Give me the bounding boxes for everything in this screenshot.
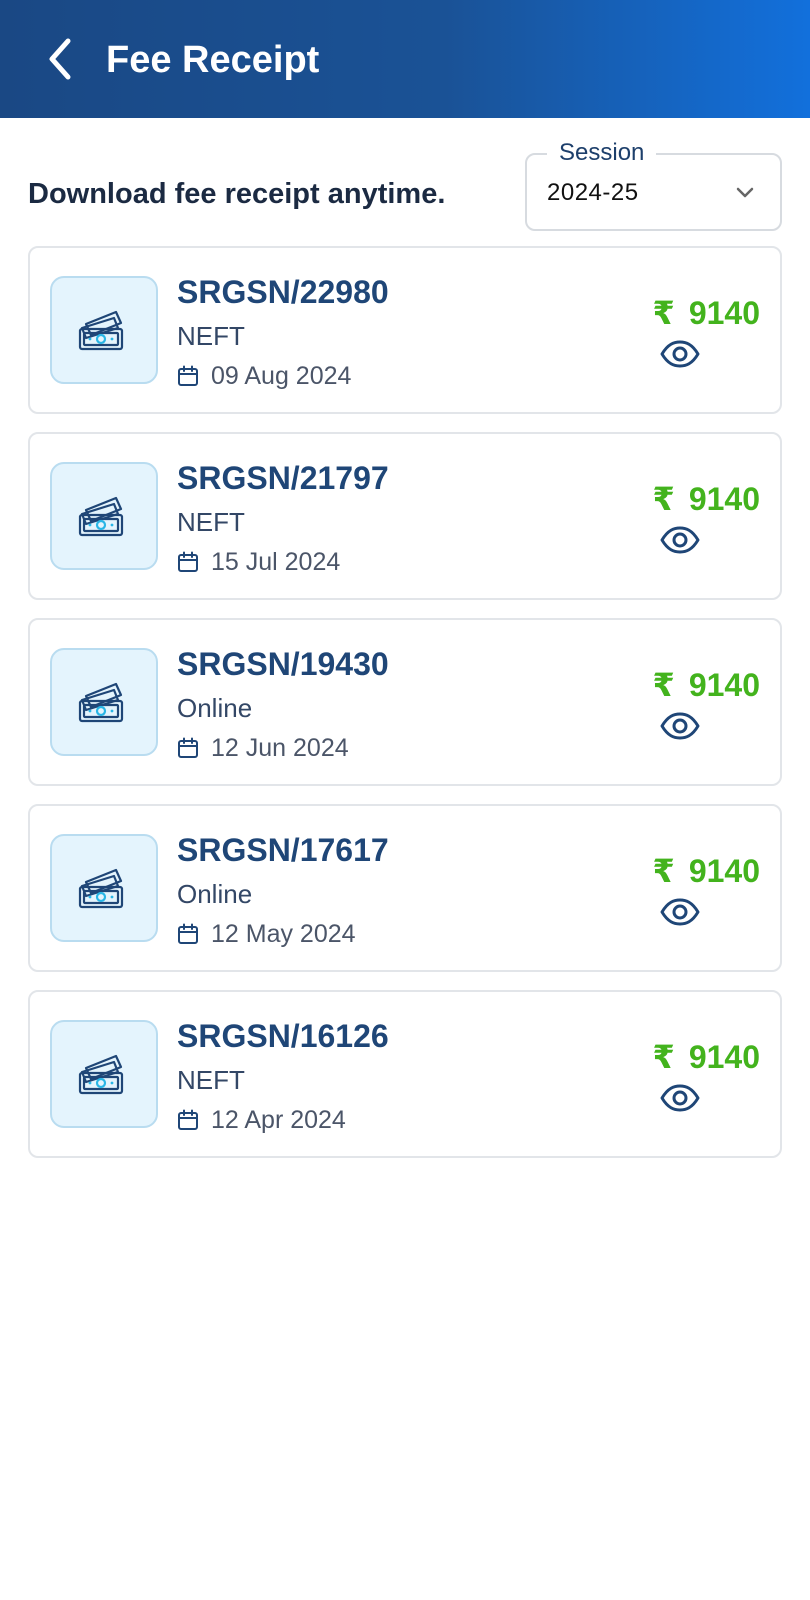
receipt-thumbnail <box>50 276 158 384</box>
receipt-amount: ₹ 9140 <box>653 294 760 332</box>
currency-symbol: ₹ <box>652 481 675 517</box>
receipt-amount: ₹ 9140 <box>653 852 760 890</box>
currency-symbol: ₹ <box>652 853 675 889</box>
calendar-icon <box>177 737 199 759</box>
calendar-icon <box>177 923 199 945</box>
view-receipt-button[interactable] <box>658 518 702 562</box>
cash-icon <box>78 682 124 723</box>
receipt-date-row: 09 Aug 2024 <box>177 360 351 392</box>
receipt-number: SRGSN/21797 <box>177 460 389 496</box>
receipt-card[interactable]: SRGSN/19430 Online 12 Jun 2024 ₹ 9140 <box>28 618 782 786</box>
session-select[interactable]: Session 2024-25 <box>525 139 782 231</box>
receipt-amount: ₹ 9140 <box>653 666 760 704</box>
receipt-thumbnail <box>50 462 158 570</box>
payment-mode: NEFT <box>177 1065 245 1095</box>
eye-icon <box>660 1084 700 1112</box>
receipt-thumbnail <box>50 648 158 756</box>
receipt-number: SRGSN/16126 <box>177 1018 389 1054</box>
receipt-card[interactable]: SRGSN/16126 NEFT 12 Apr 2024 ₹ 9140 <box>28 990 782 1158</box>
receipt-card[interactable]: SRGSN/22980 NEFT 09 Aug 2024 ₹ 9140 <box>28 246 782 414</box>
receipt-amount: ₹ 9140 <box>653 480 760 518</box>
page-subtitle: Download fee receipt anytime. <box>28 178 446 210</box>
view-receipt-button[interactable] <box>658 1076 702 1120</box>
amount-value: 9140 <box>688 853 760 889</box>
cash-icon <box>78 868 124 909</box>
receipt-date: 09 Aug 2024 <box>211 362 352 390</box>
receipt-amount: ₹ 9140 <box>653 1038 760 1076</box>
currency-symbol: ₹ <box>652 295 675 331</box>
view-receipt-button[interactable] <box>658 704 702 748</box>
cash-icon <box>78 1054 124 1095</box>
currency-symbol: ₹ <box>652 667 675 703</box>
receipt-date: 12 Jun 2024 <box>211 734 349 762</box>
view-receipt-button[interactable] <box>658 332 702 376</box>
receipt-date: 12 Apr 2024 <box>211 1106 346 1134</box>
chevron-left-icon <box>49 38 71 80</box>
receipt-date-row: 15 Jul 2024 <box>177 546 340 578</box>
receipt-card[interactable]: SRGSN/21797 NEFT 15 Jul 2024 ₹ 9140 <box>28 432 782 600</box>
payment-mode: NEFT <box>177 507 245 537</box>
app-bar: Fee Receipt <box>0 0 810 118</box>
receipt-thumbnail <box>50 834 158 942</box>
cash-icon <box>78 496 124 537</box>
eye-icon <box>660 898 700 926</box>
payment-mode: Online <box>177 879 253 909</box>
amount-value: 9140 <box>688 1039 760 1075</box>
cash-icon <box>78 310 124 351</box>
receipt-thumbnail <box>50 1020 158 1128</box>
page-title: Fee Receipt <box>106 39 320 81</box>
chevron-down-icon <box>736 187 754 198</box>
receipt-date-row: 12 May 2024 <box>177 918 356 950</box>
receipt-date: 12 May 2024 <box>211 920 356 948</box>
payment-mode: Online <box>177 693 253 723</box>
back-button[interactable] <box>36 34 86 84</box>
eye-icon <box>660 340 700 368</box>
receipt-number: SRGSN/22980 <box>177 274 389 310</box>
eye-icon <box>660 712 700 740</box>
receipt-card[interactable]: SRGSN/17617 Online 12 May 2024 ₹ 9140 <box>28 804 782 972</box>
receipt-date-row: 12 Jun 2024 <box>177 732 349 764</box>
calendar-icon <box>177 551 199 573</box>
view-receipt-button[interactable] <box>658 890 702 934</box>
calendar-icon <box>177 1109 199 1131</box>
amount-value: 9140 <box>688 295 760 331</box>
session-label: Session <box>547 139 657 167</box>
session-value: 2024-25 <box>547 179 639 206</box>
calendar-icon <box>177 365 199 387</box>
eye-icon <box>660 526 700 554</box>
currency-symbol: ₹ <box>652 1039 675 1075</box>
receipt-number: SRGSN/19430 <box>177 646 389 682</box>
amount-value: 9140 <box>688 667 760 703</box>
payment-mode: NEFT <box>177 321 245 351</box>
amount-value: 9140 <box>688 481 760 517</box>
receipt-date-row: 12 Apr 2024 <box>177 1104 346 1136</box>
receipt-number: SRGSN/17617 <box>177 832 389 868</box>
receipt-date: 15 Jul 2024 <box>211 548 341 576</box>
